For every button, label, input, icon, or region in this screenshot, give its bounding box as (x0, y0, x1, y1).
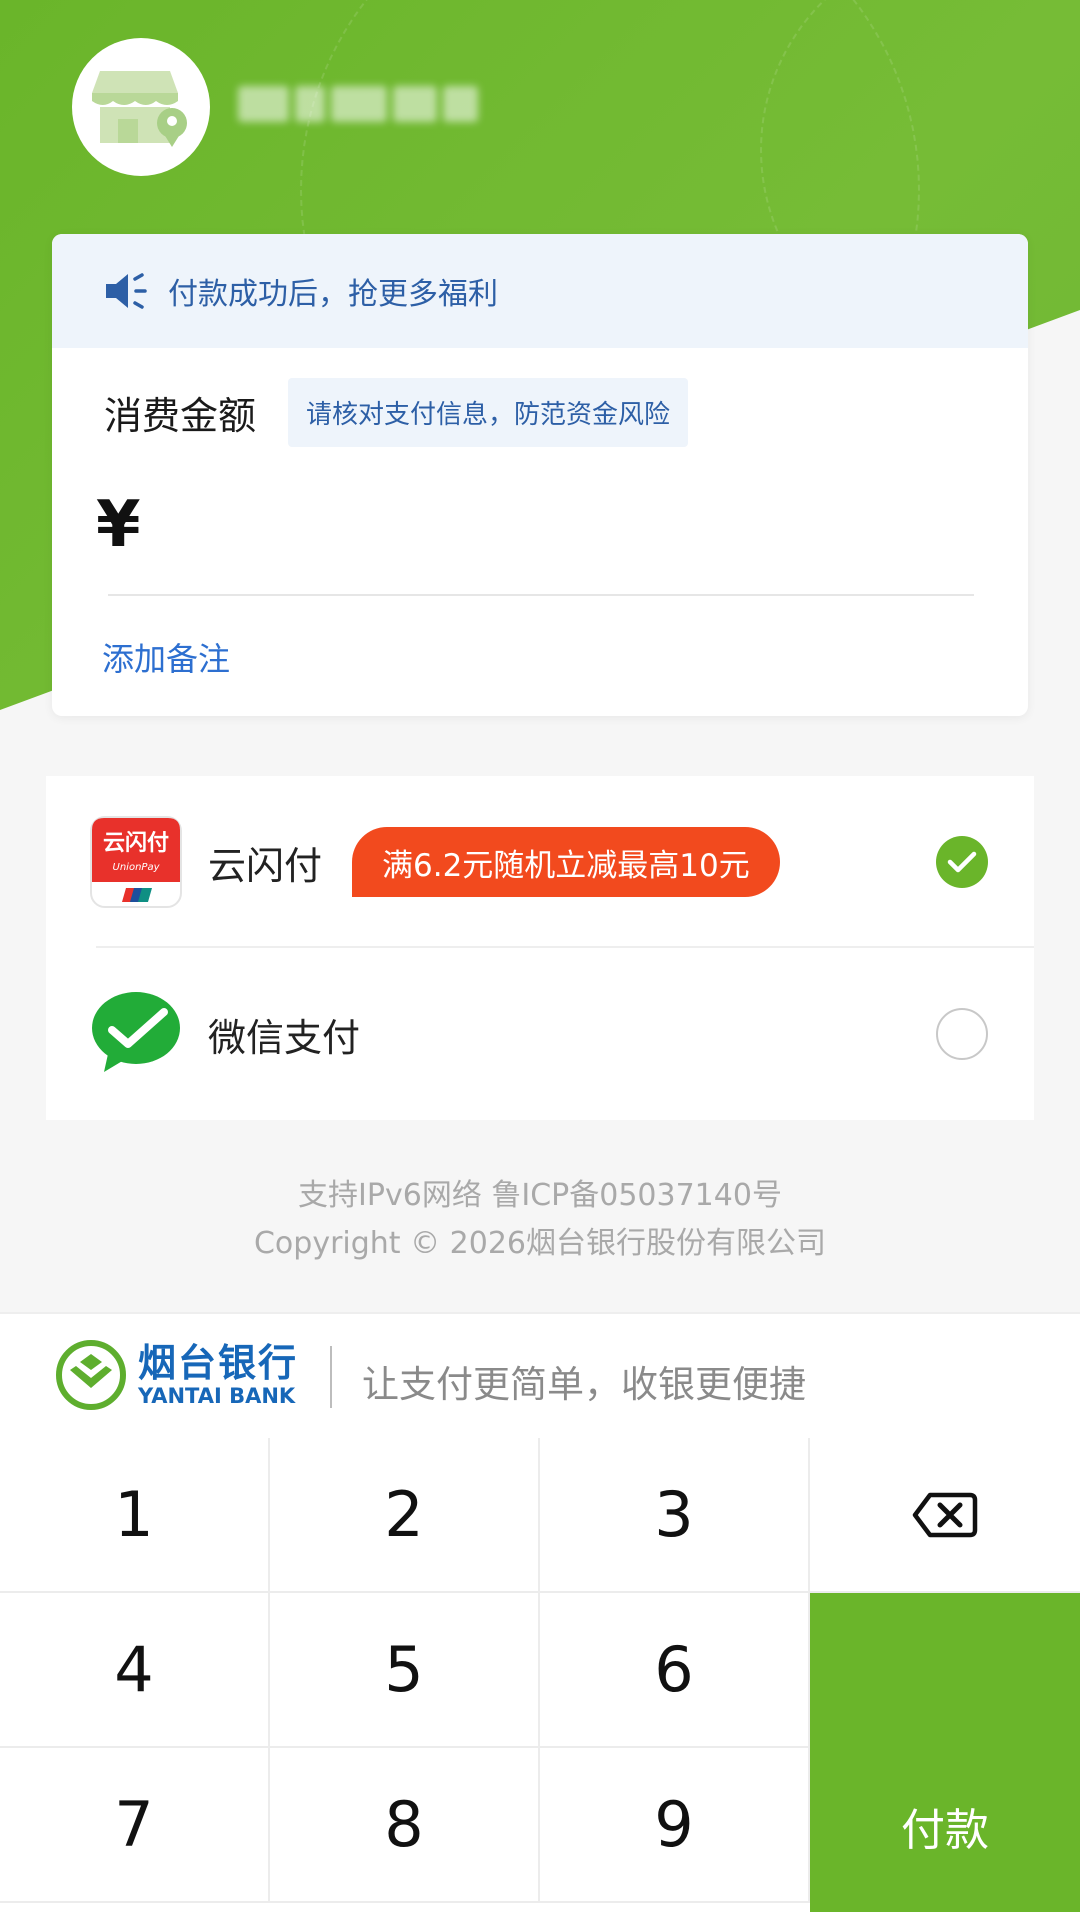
key-7[interactable]: 7 (0, 1748, 270, 1903)
radio-unselected[interactable] (936, 1008, 988, 1060)
amount-card: 付款成功后，抢更多福利 消费金额 请核对支付信息，防范资金风险 ¥ 添加备注 (52, 234, 1028, 716)
amount-input[interactable] (192, 498, 992, 578)
payment-method-wechat[interactable]: 微信支付 (46, 948, 1034, 1120)
bank-slogan: 让支付更简单，收银更便捷 (362, 1363, 806, 1406)
amount-divider (108, 594, 974, 596)
icp-license-text: 支持IPv6网络 鲁ICP备05037140号 (298, 1178, 782, 1213)
key-6[interactable]: 6 (540, 1593, 810, 1748)
add-remark-link[interactable]: 添加备注 (102, 634, 230, 680)
bank-name-en: YANTAI BANK (138, 1384, 296, 1408)
key-9[interactable]: 9 (540, 1748, 810, 1903)
checkmark-icon (947, 851, 977, 873)
legal-footer: 支持IPv6网络 鲁ICP备05037140号 Copyright © 2026… (0, 1172, 1080, 1268)
amount-label: 消费金额 (104, 394, 257, 438)
svg-text:UnionPay: UnionPay (113, 862, 161, 873)
store-location-icon (92, 71, 187, 147)
payment-method-list: 云闪付 UnionPay 云闪付 满6.2元随机立减最高10元 微信支付 (46, 776, 1034, 1120)
pay-button[interactable]: 付款 (810, 1593, 1080, 1912)
payment-method-unionpay[interactable]: 云闪付 UnionPay 云闪付 满6.2元随机立减最高10元 (46, 776, 1034, 948)
key-4[interactable]: 4 (0, 1593, 270, 1748)
currency-symbol: ¥ (96, 488, 141, 562)
key-1[interactable]: 1 (0, 1438, 270, 1593)
method-label: 微信支付 (208, 1015, 361, 1060)
key-2[interactable]: 2 (270, 1438, 540, 1593)
promo-notice-bar[interactable]: 付款成功后，抢更多福利 (52, 234, 1028, 348)
method-label: 云闪付 (208, 843, 323, 888)
radio-selected[interactable] (936, 836, 988, 888)
merchant-name-blurred (238, 80, 478, 128)
bank-divider (330, 1346, 332, 1408)
promo-badge: 满6.2元随机立减最高10元 (352, 827, 780, 897)
backspace-icon (912, 1492, 978, 1537)
risk-tip: 请核对支付信息，防范资金风险 (288, 378, 689, 447)
unionpay-quickpass-icon: 云闪付 UnionPay (90, 816, 182, 908)
key-3[interactable]: 3 (540, 1438, 810, 1593)
backspace-key[interactable] (810, 1438, 1080, 1593)
merchant-avatar (72, 38, 210, 176)
yantai-bank-logo-icon (56, 1340, 126, 1410)
wechat-pay-icon (92, 992, 180, 1072)
notice-text: 付款成功后，抢更多福利 (168, 277, 498, 312)
speaker-icon (106, 273, 147, 309)
numeric-keypad: 1 2 3 4 5 6 7 8 9 付款 (0, 1438, 1080, 1912)
key-8[interactable]: 8 (270, 1748, 540, 1903)
bank-name-cn: 烟台银行 (138, 1341, 299, 1385)
svg-text:云闪付: 云闪付 (103, 831, 169, 856)
copyright-text: Copyright © 2026烟台银行股份有限公司 (253, 1226, 826, 1261)
bank-brand-bar: 烟台银行 YANTAI BANK 让支付更简单，收银更便捷 (0, 1312, 1080, 1438)
amount-label-row: 消费金额 请核对支付信息，防范资金风险 (104, 378, 689, 447)
key-5[interactable]: 5 (270, 1593, 540, 1748)
